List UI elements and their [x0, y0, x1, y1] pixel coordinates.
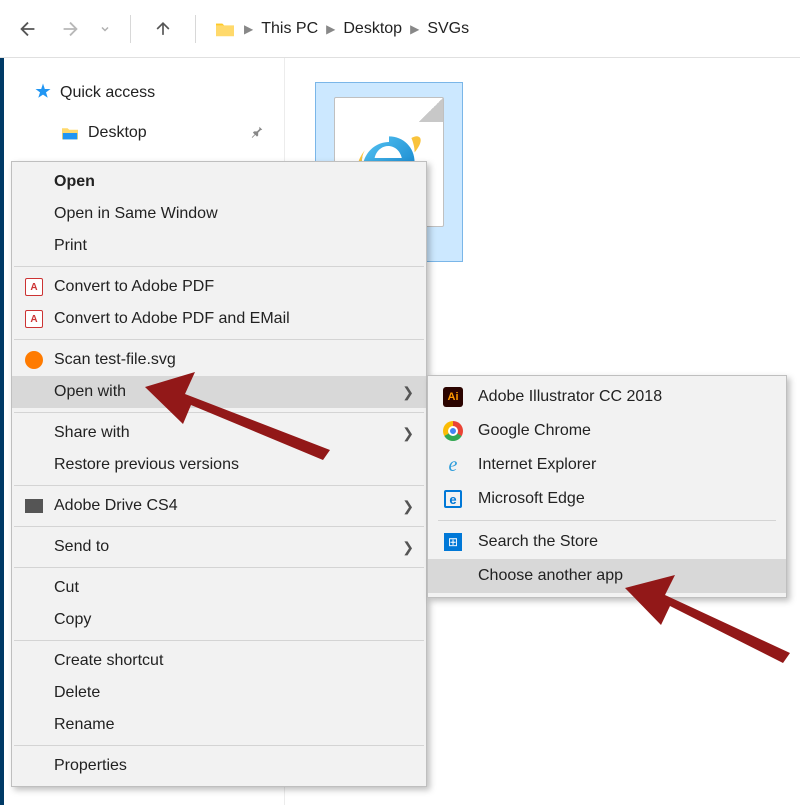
- pdf-icon: A: [24, 277, 44, 297]
- ctx-separator: [14, 266, 424, 267]
- ctx-open-same-window[interactable]: Open in Same Window: [12, 198, 426, 230]
- back-button[interactable]: [14, 15, 42, 43]
- ctx-adobe-drive[interactable]: Adobe Drive CS4 ❯: [12, 490, 426, 522]
- navigation-bar: ▶ This PC ▶ Desktop ▶ SVGs: [0, 0, 800, 58]
- sub-chrome[interactable]: Google Chrome: [428, 414, 786, 448]
- page-fold-icon: [419, 98, 443, 122]
- ctx-convert-pdf[interactable]: A Convert to Adobe PDF: [12, 271, 426, 303]
- ctx-create-shortcut[interactable]: Create shortcut: [12, 645, 426, 677]
- sidebar-label: Desktop: [88, 124, 147, 142]
- open-with-submenu: Ai Adobe Illustrator CC 2018 Google Chro…: [427, 375, 787, 598]
- ctx-separator: [14, 745, 424, 746]
- chevron-right-icon[interactable]: ▶: [244, 22, 253, 36]
- ctx-print[interactable]: Print: [12, 230, 426, 262]
- sub-edge[interactable]: e Microsoft Edge: [428, 482, 786, 516]
- pin-icon: [250, 125, 264, 142]
- chevron-right-icon[interactable]: ▶: [326, 22, 335, 36]
- chevron-right-icon: ❯: [402, 539, 414, 556]
- drive-icon: [24, 496, 44, 516]
- ctx-separator: [14, 640, 424, 641]
- avast-icon: [24, 350, 44, 370]
- pdf-email-icon: A: [24, 309, 44, 329]
- chrome-icon: [442, 420, 464, 442]
- chevron-right-icon: ❯: [402, 384, 414, 401]
- sub-search-store[interactable]: ⊞ Search the Store: [428, 525, 786, 559]
- ctx-convert-pdf-email[interactable]: A Convert to Adobe PDF and EMail: [12, 303, 426, 335]
- ctx-open[interactable]: Open: [12, 166, 426, 198]
- star-icon: [34, 82, 52, 105]
- ctx-properties[interactable]: Properties: [12, 750, 426, 782]
- ctx-rename[interactable]: Rename: [12, 709, 426, 741]
- forward-button[interactable]: [56, 15, 84, 43]
- folder-icon: [214, 20, 236, 38]
- breadcrumb-svgs[interactable]: SVGs: [427, 20, 469, 38]
- ctx-separator: [14, 339, 424, 340]
- sub-illustrator[interactable]: Ai Adobe Illustrator CC 2018: [428, 380, 786, 414]
- chevron-right-icon: ❯: [402, 498, 414, 515]
- sidebar-label: Quick access: [60, 84, 155, 102]
- breadcrumb-desktop[interactable]: Desktop: [343, 20, 402, 38]
- chevron-right-icon[interactable]: ▶: [410, 22, 419, 36]
- ie-icon: e: [442, 454, 464, 476]
- annotation-arrow-2: [625, 575, 795, 665]
- ctx-separator: [14, 567, 424, 568]
- sidebar-item-quick-access[interactable]: Quick access: [34, 78, 274, 108]
- annotation-arrow-1: [145, 372, 335, 462]
- ctx-delete[interactable]: Delete: [12, 677, 426, 709]
- nav-separator: [130, 15, 131, 43]
- store-icon: ⊞: [442, 531, 464, 553]
- illustrator-icon: Ai: [442, 386, 464, 408]
- ctx-cut[interactable]: Cut: [12, 572, 426, 604]
- recent-dropdown[interactable]: [98, 15, 112, 43]
- ctx-separator: [14, 526, 424, 527]
- ctx-send-to[interactable]: Send to ❯: [12, 531, 426, 563]
- breadcrumb-this-pc[interactable]: This PC: [261, 20, 318, 38]
- sidebar-item-desktop[interactable]: Desktop: [34, 118, 274, 148]
- chevron-right-icon: ❯: [402, 425, 414, 442]
- edge-icon: e: [442, 488, 464, 510]
- folder-icon: [60, 125, 80, 141]
- ctx-separator: [14, 485, 424, 486]
- breadcrumb: ▶ This PC ▶ Desktop ▶ SVGs: [214, 20, 469, 38]
- context-menu: Open Open in Same Window Print A Convert…: [11, 161, 427, 787]
- ctx-copy[interactable]: Copy: [12, 604, 426, 636]
- nav-separator: [195, 15, 196, 43]
- sub-separator: [438, 520, 776, 521]
- up-button[interactable]: [149, 15, 177, 43]
- sub-internet-explorer[interactable]: e Internet Explorer: [428, 448, 786, 482]
